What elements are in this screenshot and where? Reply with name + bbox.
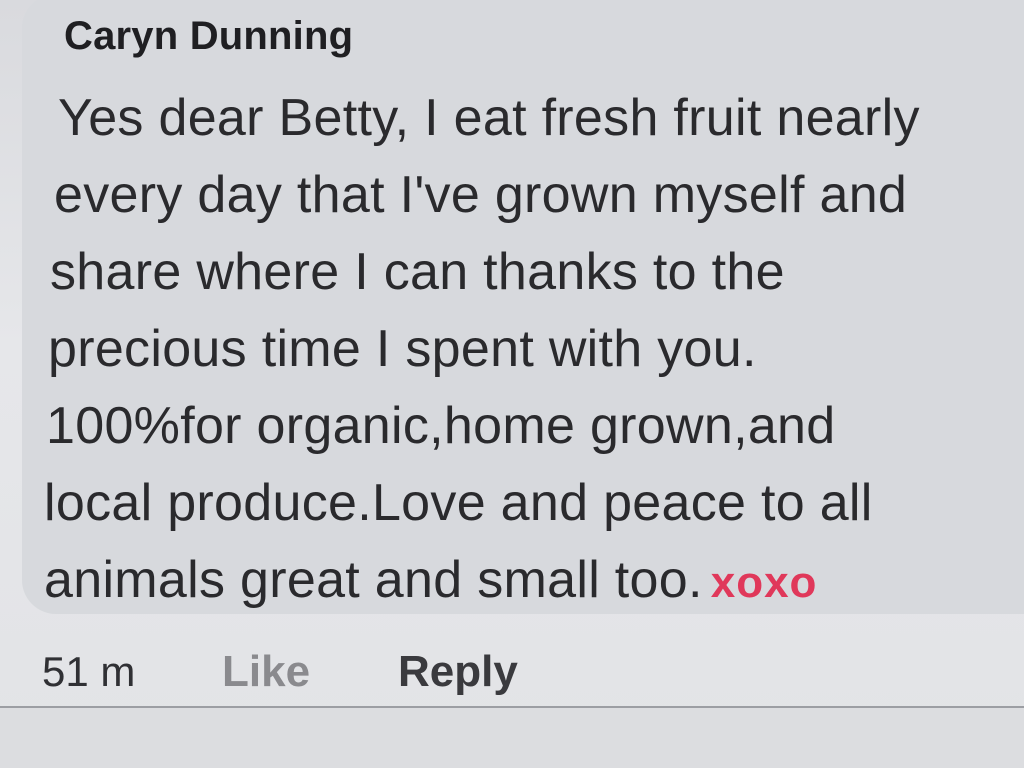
comment-line: every day that I've grown myself and	[54, 166, 908, 224]
next-comment-area	[0, 708, 1024, 768]
like-button[interactable]: Like	[222, 647, 398, 697]
comment-line: 100%for organic,home grown,and	[46, 397, 836, 455]
comment-text: Yes dear Betty, I eat fresh fruit nearly…	[44, 80, 1019, 621]
comment-screen: Caryn Dunning Yes dear Betty, I eat fres…	[0, 0, 1024, 768]
comment-line: share where I can thanks to the	[50, 243, 785, 301]
comment-line: local produce.Love and peace to all	[44, 474, 873, 532]
comment-line: animals great and small too.	[44, 551, 703, 609]
comment-actions: 51 m Like Reply	[42, 642, 518, 702]
signoff-text: xoxo	[710, 558, 818, 607]
comment-author[interactable]: Caryn Dunning	[64, 14, 353, 59]
comment-timestamp: 51 m	[42, 648, 136, 695]
comment-line: precious time I spent with you.	[48, 320, 757, 378]
comment-last-line: animals great and small too. xoxo	[44, 542, 1019, 621]
comment-line: Yes dear Betty, I eat fresh fruit nearly	[58, 89, 920, 147]
reply-button[interactable]: Reply	[398, 647, 518, 697]
